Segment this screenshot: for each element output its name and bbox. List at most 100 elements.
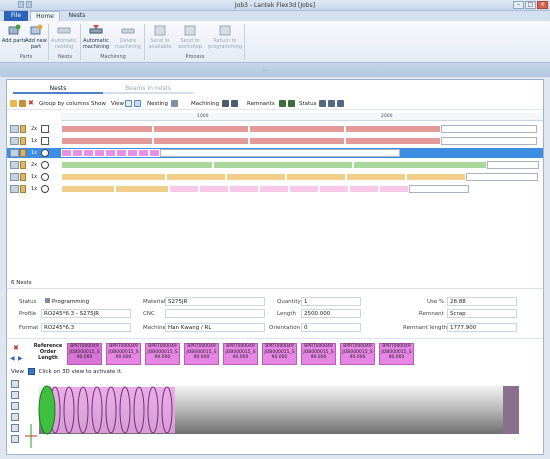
part-segment[interactable] bbox=[345, 137, 441, 145]
view-3d-canvas[interactable] bbox=[25, 376, 541, 454]
part-tile[interactable]: BPRT000049 JOB000015_S 90.000 bbox=[145, 343, 180, 365]
part-segment[interactable] bbox=[213, 161, 353, 169]
part-tile[interactable]: BPRT000049 JOB000015_S 90.000 bbox=[262, 343, 297, 365]
part-segment[interactable] bbox=[61, 161, 213, 169]
automatic-nesting-button[interactable]: Automatic nesting bbox=[50, 24, 78, 50]
part-tile[interactable]: BPRT000049 JOB000015_S 90.000 bbox=[106, 343, 141, 365]
part-segment[interactable] bbox=[61, 149, 72, 157]
part-segment[interactable] bbox=[153, 137, 249, 145]
maximize-icon[interactable]: □ bbox=[525, 1, 536, 9]
part-segment[interactable] bbox=[199, 185, 229, 193]
nest-row[interactable]: 2x bbox=[7, 160, 543, 170]
collapse-grip-icon[interactable]: ⋯ bbox=[262, 67, 268, 74]
part-tile[interactable]: BPRT000049 JOB000015_S 90.000 bbox=[379, 343, 414, 365]
zoom-icon[interactable] bbox=[11, 402, 19, 410]
tab-nests[interactable]: Nests bbox=[62, 11, 92, 21]
part-segment[interactable] bbox=[149, 149, 160, 157]
zoom-window-icon[interactable] bbox=[11, 391, 19, 399]
automatic-machining-button[interactable]: Automatic machining bbox=[82, 24, 110, 50]
part-segment[interactable] bbox=[166, 173, 226, 181]
divider bbox=[7, 338, 543, 339]
part-segment[interactable] bbox=[319, 185, 349, 193]
part-segment[interactable] bbox=[105, 149, 116, 157]
cube-icon[interactable] bbox=[27, 368, 35, 375]
arrow-left-icon[interactable]: ◀ bbox=[10, 355, 15, 362]
part-segment[interactable] bbox=[286, 173, 346, 181]
part-segment[interactable] bbox=[259, 185, 289, 193]
status-icon[interactable] bbox=[319, 100, 326, 107]
remnant-icon[interactable] bbox=[279, 100, 286, 107]
pan-icon[interactable] bbox=[11, 435, 19, 443]
part-segment[interactable] bbox=[94, 149, 105, 157]
part-segment[interactable] bbox=[115, 185, 169, 193]
zoom-fit-icon[interactable] bbox=[11, 380, 19, 388]
remnant-icon-2[interactable] bbox=[288, 100, 295, 107]
nest-row[interactable]: 1x bbox=[7, 184, 543, 194]
part-segment[interactable] bbox=[127, 149, 138, 157]
part-segment[interactable] bbox=[61, 137, 153, 145]
close-icon[interactable]: × bbox=[537, 1, 548, 9]
remnant-segment[interactable] bbox=[466, 173, 538, 181]
remnant-segment[interactable] bbox=[409, 185, 469, 193]
part-segment[interactable] bbox=[249, 137, 345, 145]
part-segment[interactable] bbox=[226, 173, 286, 181]
part-segment[interactable] bbox=[346, 173, 406, 181]
tab-file[interactable]: File bbox=[4, 11, 28, 21]
nest-row-selected[interactable]: 1x bbox=[7, 148, 543, 158]
remnant-segment[interactable] bbox=[487, 161, 539, 169]
part-segment[interactable] bbox=[169, 185, 199, 193]
part-segment[interactable] bbox=[116, 149, 127, 157]
tab-beams-in-nests[interactable]: Beams in nests bbox=[103, 84, 193, 94]
status-icon-3[interactable] bbox=[337, 100, 344, 107]
part-tile[interactable]: BPRT000049 JOB000015_S 90.000 bbox=[301, 343, 336, 365]
part-segment[interactable] bbox=[83, 149, 94, 157]
edit-icon[interactable] bbox=[19, 100, 26, 107]
send-to-available-button[interactable]: Send to available bbox=[146, 24, 174, 50]
part-segment[interactable] bbox=[249, 125, 345, 133]
part-tile[interactable]: BPRT000049 JOB000015_S 90.000 bbox=[340, 343, 375, 365]
front-view-icon[interactable] bbox=[11, 413, 19, 421]
iso-view-icon[interactable] bbox=[11, 424, 19, 432]
machining-tool-icon[interactable] bbox=[222, 100, 229, 107]
delete-icon[interactable]: ✖ bbox=[28, 100, 35, 107]
return-to-programming-button[interactable]: Return to programming bbox=[208, 24, 242, 50]
part-segment[interactable] bbox=[138, 149, 149, 157]
part-segment[interactable] bbox=[61, 185, 115, 193]
remove-part-icon[interactable]: ✖ bbox=[13, 344, 19, 352]
list-view-icon[interactable] bbox=[125, 100, 132, 107]
part-segment[interactable] bbox=[379, 185, 409, 193]
machining-tool-icon-2[interactable] bbox=[231, 100, 238, 107]
folder-icon[interactable] bbox=[10, 100, 17, 107]
send-to-workshop-button[interactable]: Send to workshop bbox=[176, 24, 204, 50]
status-icon-2[interactable] bbox=[328, 100, 335, 107]
part-segment[interactable] bbox=[72, 149, 83, 157]
part-segment[interactable] bbox=[289, 185, 319, 193]
delete-machining-button[interactable]: Delete machining bbox=[114, 24, 142, 50]
part-tile[interactable]: BPRT000049 JOB000015_S 90.000 bbox=[223, 343, 258, 365]
part-tile[interactable]: BPRT000049 JOB000015_S 90.000 bbox=[184, 343, 219, 365]
nest-row[interactable]: 1x bbox=[7, 136, 543, 146]
nest-row[interactable]: 2x bbox=[7, 124, 543, 134]
nest-row[interactable]: 1x bbox=[7, 172, 543, 182]
minimize-icon[interactable]: – bbox=[513, 1, 524, 9]
add-new-part-button[interactable]: Add new part bbox=[22, 24, 50, 50]
tab-nests-panel[interactable]: Nests bbox=[13, 84, 103, 94]
part-tile[interactable]: BPRT000049 JOB000015_S 90.000 bbox=[67, 343, 102, 365]
tab-home[interactable]: Home bbox=[30, 11, 60, 21]
arrow-right-icon[interactable]: ▶ bbox=[18, 355, 23, 362]
group-by-columns-button[interactable]: Group by columns bbox=[39, 101, 89, 107]
part-segment[interactable] bbox=[349, 185, 379, 193]
part-segment[interactable] bbox=[61, 173, 166, 181]
part-segment[interactable] bbox=[153, 125, 249, 133]
remnant-segment[interactable] bbox=[160, 149, 400, 157]
remnant-segment[interactable] bbox=[441, 137, 537, 145]
part-segment[interactable] bbox=[61, 125, 153, 133]
part-segment[interactable] bbox=[406, 173, 466, 181]
part-segment[interactable] bbox=[353, 161, 487, 169]
grid-view-icon[interactable] bbox=[134, 100, 141, 107]
part-segment[interactable] bbox=[229, 185, 259, 193]
nesting-tool-icon[interactable] bbox=[171, 100, 178, 107]
remnant-segment[interactable] bbox=[441, 125, 537, 133]
use-percent-field: 28.88 bbox=[447, 297, 517, 306]
part-segment[interactable] bbox=[345, 125, 441, 133]
